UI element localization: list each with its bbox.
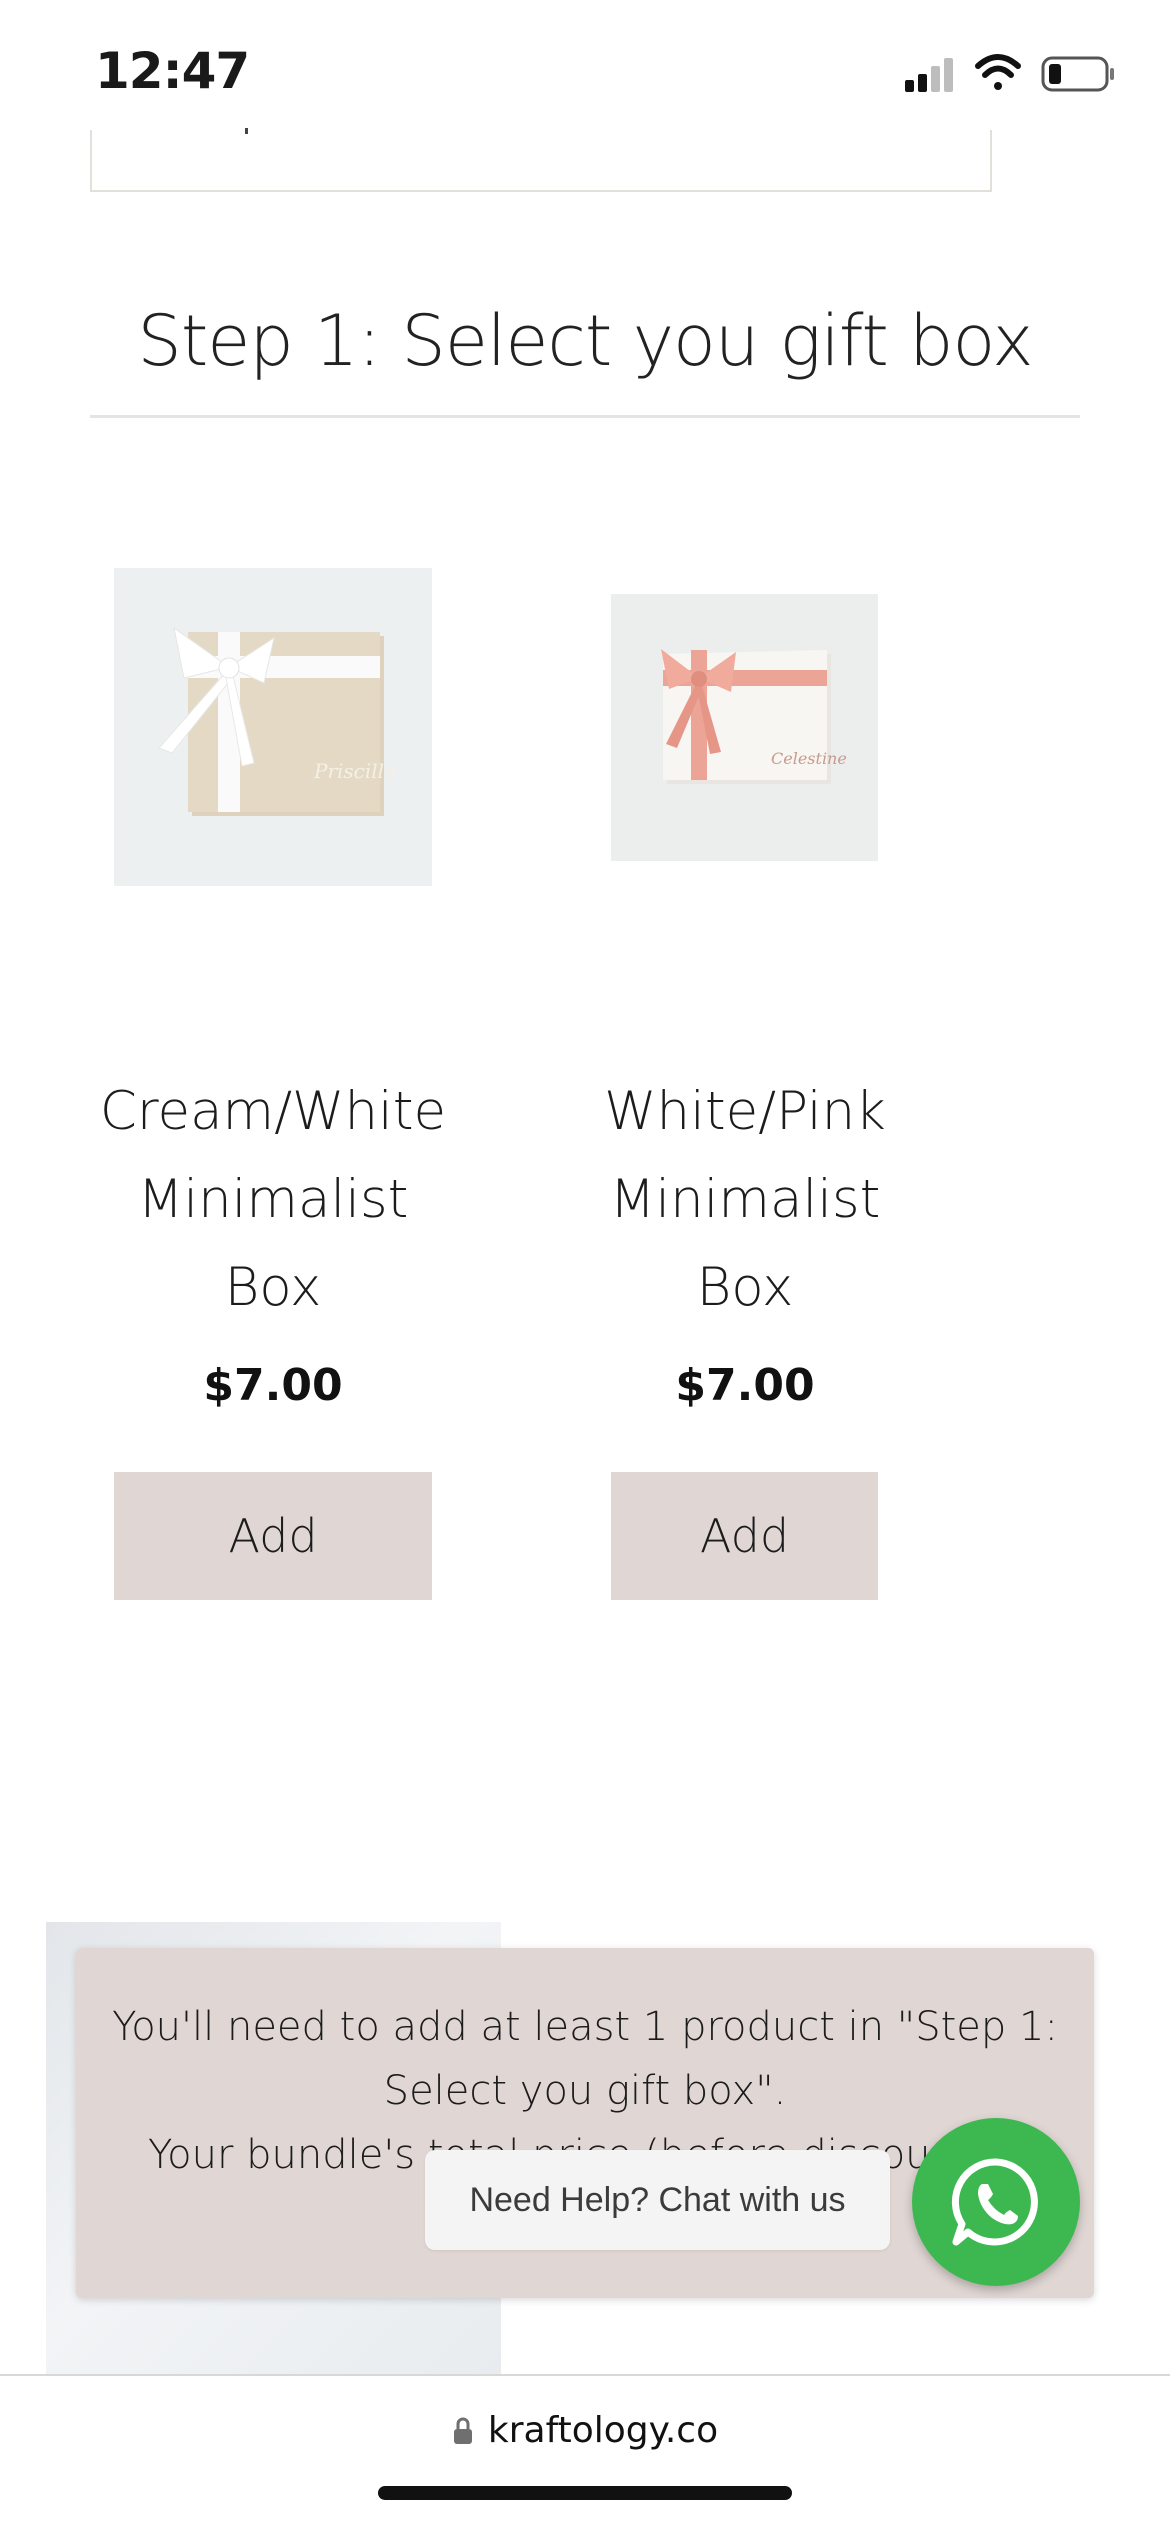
product-image-script: Priscilla <box>313 759 396 783</box>
product-image-script-2: Celestine <box>771 749 847 768</box>
battery-icon <box>1041 56 1114 92</box>
wifi-icon <box>975 54 1021 90</box>
product-image-cream-white[interactable]: Priscilla <box>114 568 432 886</box>
step-heading: Step 1: Select you gift box <box>137 300 1033 382</box>
add-button-white-pink[interactable]: Add <box>611 1472 878 1600</box>
product-image-white-pink[interactable]: Celestine <box>611 594 878 861</box>
chat-help-bubble[interactable]: Need Help? Chat with us <box>425 2150 890 2250</box>
lock-icon <box>453 2417 472 2444</box>
product-price-cream-white: $7.00 <box>203 1360 343 1411</box>
product-price-white-pink: $7.00 <box>675 1360 815 1411</box>
whatsapp-chat-button[interactable] <box>912 2118 1080 2286</box>
notice-line-1: You'll need to add at least 1 product in… <box>112 2004 1058 2050</box>
add-button-cream-white[interactable]: Add <box>114 1472 432 1600</box>
home-indicator[interactable] <box>378 2486 792 2500</box>
url-text: kraftology.co <box>487 2410 719 2451</box>
previous-section-box <box>90 130 992 192</box>
notice-line-2: Select you gift box". <box>383 2068 787 2114</box>
product-name-cream-white: Cream/White Minimalist Box <box>99 1081 447 1318</box>
status-time: 12:47 <box>95 42 250 100</box>
previous-section-mark <box>245 128 248 134</box>
browser-url[interactable]: kraftology.co <box>0 2410 1170 2451</box>
whatsapp-icon <box>951 2158 1038 2246</box>
browser-url-bar[interactable] <box>0 2374 1170 2534</box>
heading-divider <box>90 415 1080 418</box>
status-icons <box>900 50 1120 100</box>
cellular-signal-icon <box>905 58 953 92</box>
product-name-white-pink: White/Pink Minimalist Box <box>604 1081 886 1318</box>
